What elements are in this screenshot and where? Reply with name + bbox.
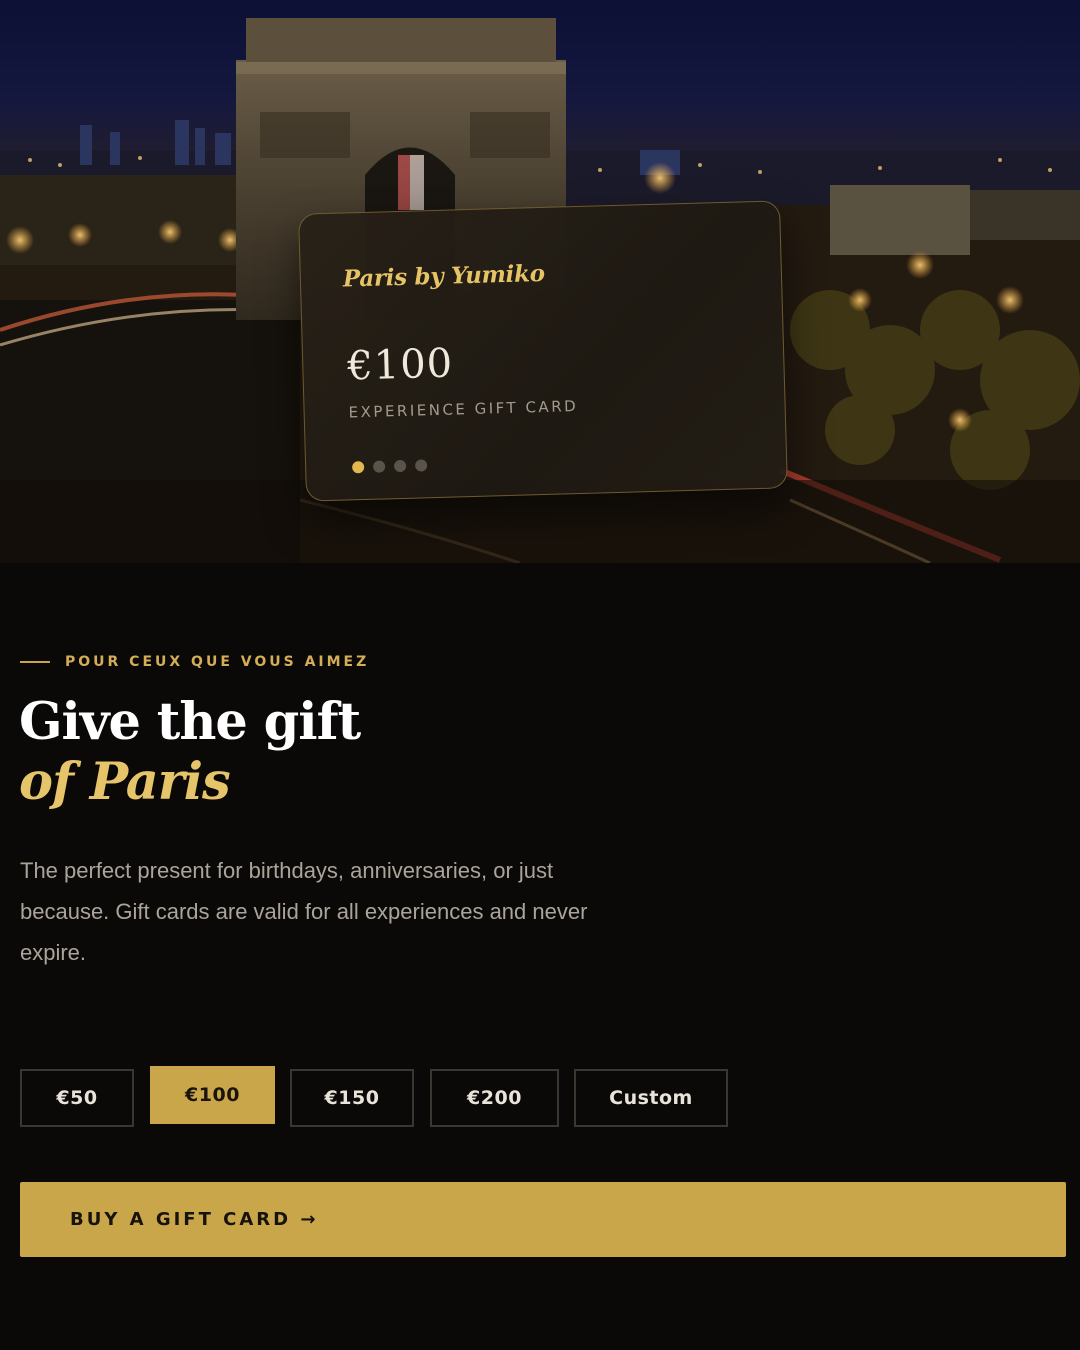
amount-option-custom[interactable]: Custom bbox=[574, 1069, 728, 1127]
buy-button-label: BUY A GIFT CARD → bbox=[70, 1209, 319, 1230]
eyebrow-divider bbox=[20, 661, 50, 663]
headline-line-2: of Paris bbox=[19, 752, 231, 812]
gift-card-preview: Paris by Yumiko €100 EXPERIENCE GIFT CAR… bbox=[298, 200, 788, 502]
carousel-dot[interactable] bbox=[414, 459, 428, 472]
amount-option-100[interactable]: €100 bbox=[150, 1066, 275, 1124]
card-type-label: EXPERIENCE GIFT CARD bbox=[348, 397, 579, 422]
hero-image: Paris by Yumiko €100 EXPERIENCE GIFT CAR… bbox=[0, 0, 1080, 563]
card-carousel-dots bbox=[352, 459, 428, 474]
headline-line-1: Give the gift bbox=[19, 692, 361, 752]
buy-gift-card-button[interactable]: BUY A GIFT CARD → bbox=[20, 1182, 1066, 1257]
section-eyebrow: POUR CEUX QUE VOUS AIMEZ bbox=[20, 654, 369, 670]
carousel-dot[interactable] bbox=[393, 459, 407, 473]
amount-option-200[interactable]: €200 bbox=[430, 1069, 559, 1127]
page-title: Give the gift of Paris bbox=[19, 692, 361, 812]
card-brand-name: Paris by Yumiko bbox=[342, 259, 546, 293]
amount-option-50[interactable]: €50 bbox=[20, 1069, 134, 1127]
section-description: The perfect present for birthdays, anniv… bbox=[20, 858, 588, 965]
eyebrow-text: POUR CEUX QUE VOUS AIMEZ bbox=[65, 654, 370, 670]
carousel-dot[interactable] bbox=[372, 460, 386, 473]
carousel-dot[interactable] bbox=[352, 461, 365, 474]
card-value: €100 bbox=[346, 340, 454, 390]
amount-option-150[interactable]: €150 bbox=[290, 1069, 414, 1127]
